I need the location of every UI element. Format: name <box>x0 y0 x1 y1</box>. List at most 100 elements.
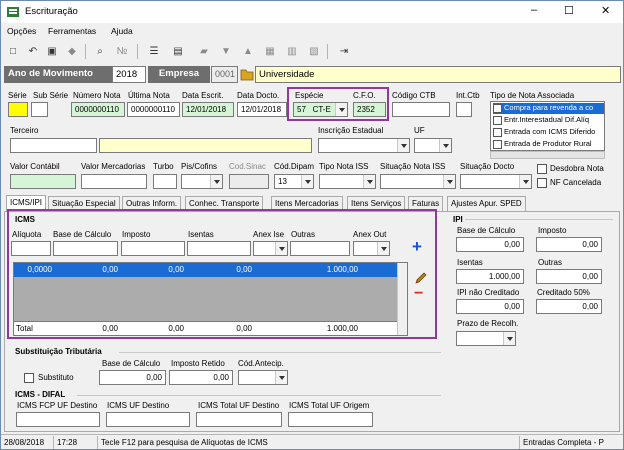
menu-ajuda[interactable]: Ajuda <box>111 26 133 36</box>
st-group-title: Substituição Tributária <box>15 347 102 356</box>
undo-icon[interactable]: ↶ <box>26 44 40 58</box>
highlight-especie-cfo <box>287 87 389 121</box>
st-cod-antecip-select[interactable] <box>238 370 288 385</box>
chevron-down-icon[interactable] <box>443 175 455 188</box>
folder-icon[interactable]: ▰ <box>197 44 211 58</box>
maximize-button[interactable]: ☐ <box>564 4 574 17</box>
ipi-prazo-select[interactable] <box>456 331 516 346</box>
situacao-nota-iss-select[interactable] <box>380 174 456 189</box>
st-base-input[interactable]: 0,00 <box>99 370 166 385</box>
checkbox[interactable] <box>493 139 502 149</box>
nf-icon[interactable]: № <box>115 44 129 58</box>
chevron-down-icon[interactable] <box>210 175 222 188</box>
cod-dipam-value: 13 <box>278 177 287 186</box>
ipi-base-label: Base de Cálculo <box>457 226 516 235</box>
uf-select[interactable] <box>414 138 452 153</box>
difal-total-destino-input[interactable] <box>196 412 282 427</box>
cod-dipam-select[interactable]: 13 <box>274 174 314 189</box>
tipo-nota-associada-label: Tipo de Nota Associada <box>490 91 575 100</box>
tipo-nota-iss-select[interactable] <box>319 174 376 189</box>
empresa-code: 0001 <box>211 66 238 83</box>
situacao-docto-label: Situação Docto <box>460 162 515 171</box>
st-substituto-checkbox[interactable] <box>24 373 34 383</box>
ipi-base-input[interactable]: 0,00 <box>456 237 524 252</box>
turbo-input[interactable] <box>153 174 177 189</box>
checkbox[interactable] <box>493 103 502 113</box>
ipi-nao-creditado-input[interactable]: 0,00 <box>456 299 524 314</box>
close-button[interactable]: ✕ <box>601 4 610 17</box>
report-icon[interactable]: ▤ <box>171 44 185 58</box>
valor-contabil-input[interactable] <box>10 174 76 189</box>
cod-dipam-label: Cód.Dipam <box>274 162 315 171</box>
minimize-button[interactable]: – <box>531 4 537 16</box>
book-icon[interactable]: ▥ <box>285 44 299 58</box>
inscricao-estadual-select[interactable] <box>318 138 410 153</box>
checkbox[interactable] <box>493 127 502 137</box>
valor-mercadorias-input[interactable] <box>81 174 147 189</box>
exit-icon[interactable]: ⇥ <box>337 44 351 58</box>
chevron-down-icon[interactable] <box>519 175 531 188</box>
st-cod-antecip-label: Cód.Antecip. <box>238 359 284 368</box>
menu-opcoes[interactable]: Opções <box>7 26 36 36</box>
serie-input[interactable] <box>8 102 28 117</box>
ultima-nota-field: 0000000110 <box>127 102 180 117</box>
erase-icon[interactable]: ◆ <box>65 44 79 58</box>
int-ctb-input[interactable] <box>456 102 472 117</box>
ipi-outras-input[interactable]: 0,00 <box>536 269 602 284</box>
terceiro-code-input[interactable] <box>10 138 97 153</box>
find-icon[interactable]: ⌕ <box>93 44 107 58</box>
ano-movimento-label: Ano de Movimento <box>4 66 112 83</box>
ano-movimento-value[interactable]: 2018 <box>112 66 146 83</box>
chevron-down-icon[interactable] <box>397 139 409 152</box>
tab-ajustes-apur-sped[interactable]: Ajustes Apur. SPED <box>447 196 526 211</box>
data-escrit-input[interactable]: 12/01/2018 <box>182 102 234 117</box>
list-hscroll[interactable] <box>490 151 605 159</box>
checkbox[interactable] <box>493 115 502 125</box>
menu-bar: Opções Ferramentas Ajuda <box>1 23 623 40</box>
empresa-label: Empresa <box>148 66 210 83</box>
terceiro-name-field <box>99 138 312 153</box>
codigo-ctb-label: Código CTB <box>392 91 436 100</box>
folder-open-icon[interactable] <box>240 67 254 81</box>
calc-icon[interactable]: ▦ <box>263 44 277 58</box>
list-item[interactable]: Entr.Interestadual Dif.Alíq <box>493 115 604 126</box>
ipi-creditado-input[interactable]: 0,00 <box>536 299 602 314</box>
menu-ferramentas[interactable]: Ferramentas <box>48 26 96 36</box>
tipo-nota-associada-list[interactable]: Compra para revenda a co Entr.Interestad… <box>490 101 605 151</box>
chevron-down-icon[interactable] <box>503 332 515 345</box>
valor-mercadorias-label: Valor Mercadorias <box>81 162 146 171</box>
difal-uf-destino-input[interactable] <box>106 412 190 427</box>
ipi-isentas-input[interactable]: 1.000,00 <box>456 269 524 284</box>
desdobra-nota-label: Desdobra Nota <box>550 164 604 173</box>
chevron-down-icon[interactable] <box>363 175 375 188</box>
list-item[interactable]: Entrada com ICMS Diferido <box>493 127 604 138</box>
app-icon <box>7 6 19 18</box>
situacao-docto-select[interactable] <box>460 174 532 189</box>
valor-contabil-label: Valor Contábil <box>10 162 60 171</box>
list-icon[interactable]: ☰ <box>147 44 161 58</box>
chevron-down-icon[interactable] <box>275 371 287 384</box>
ipi-nao-creditado-label: IPI não Creditado <box>457 288 520 297</box>
difal-total-origem-input[interactable] <box>288 412 373 427</box>
difal-fcp-input[interactable] <box>16 412 100 427</box>
sub-serie-input[interactable] <box>31 102 48 117</box>
desdobra-nota-checkbox[interactable] <box>537 164 547 174</box>
nf-cancelada-checkbox[interactable] <box>537 178 547 188</box>
save-icon[interactable]: ▣ <box>45 44 59 58</box>
st-imposto-input[interactable]: 0,00 <box>169 370 233 385</box>
chevron-down-icon[interactable] <box>439 139 451 152</box>
data-docto-input[interactable]: 12/01/2018 <box>237 102 287 117</box>
codigo-ctb-input[interactable] <box>392 102 450 117</box>
ipi-imposto-input[interactable]: 0,00 <box>536 237 602 252</box>
import-icon[interactable]: ▼ <box>219 44 233 58</box>
list-item[interactable]: Entrada de Produtor Rural <box>493 139 604 150</box>
sheet-icon[interactable]: ▧ <box>307 44 321 58</box>
toolbar-separator <box>137 44 138 59</box>
cod-sinac-label: Cod.Sinac <box>229 162 266 171</box>
chevron-down-icon[interactable] <box>301 175 313 188</box>
numero-nota-input[interactable]: 0000000110 <box>71 102 125 117</box>
new-icon[interactable]: □ <box>6 44 20 58</box>
list-item[interactable]: Compra para revenda a co <box>493 103 604 114</box>
export-icon[interactable]: ▲ <box>241 44 255 58</box>
pis-cofins-select[interactable] <box>181 174 223 189</box>
